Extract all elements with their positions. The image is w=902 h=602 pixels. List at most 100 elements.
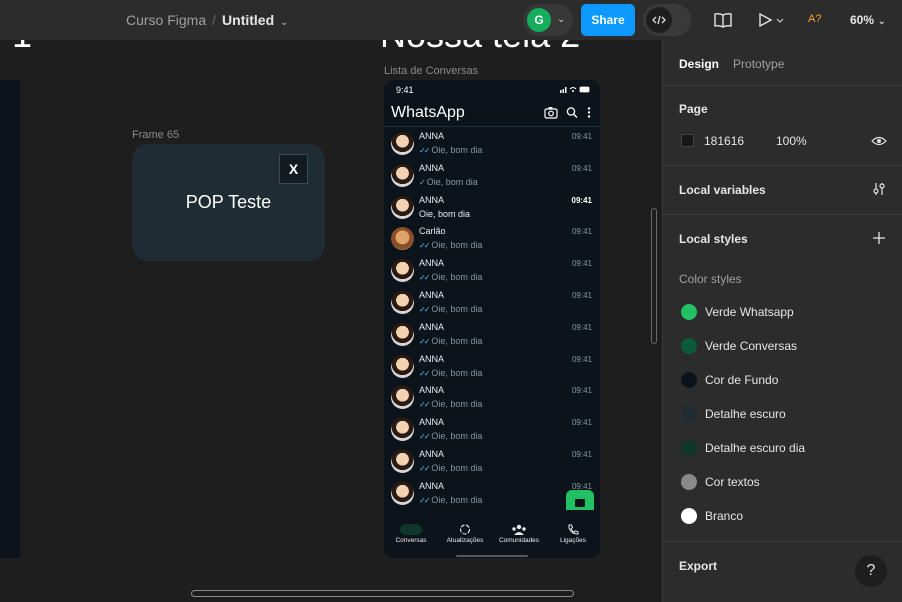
color-style-name: Detalhe escuro dia [705, 441, 806, 455]
avatar [391, 386, 414, 410]
nav-label: Conversas [395, 537, 427, 544]
zoom-dropdown[interactable]: 60% ⌄ [850, 13, 886, 27]
divider [663, 165, 902, 166]
chat-row[interactable]: ANNA Oie, bom dia 09:41 [384, 192, 600, 224]
chat-message: Oie, bom dia [419, 209, 470, 219]
chat-name: ANNA [419, 321, 445, 332]
phone-frame-label[interactable]: Lista de Conversas [384, 65, 478, 77]
divider [663, 541, 902, 542]
chat-name: ANNA [419, 289, 445, 300]
avatar [391, 418, 414, 442]
color-style-name: Verde Whatsapp [705, 305, 794, 319]
vertical-scrollbar[interactable] [651, 208, 657, 344]
avatar[interactable]: G [527, 8, 551, 32]
canvas[interactable]: 1 Nossa tela 2 Frame 65 POP Teste X List… [0, 40, 662, 602]
single-check-icon: ✓ [419, 177, 426, 187]
avatar [391, 481, 414, 505]
chat-time: 09:41 [571, 354, 592, 364]
chat-row[interactable]: ANNA ✓✓ Oie, bom dia 09:41 [384, 255, 600, 287]
chat-list: ANNA ✓✓ Oie, bom dia 09:41 ANNA ✓ Oie, bom dia… [384, 128, 600, 510]
nav-label: Ligações [559, 537, 587, 544]
chat-message: ✓✓ Oie, bom dia [419, 431, 482, 441]
color-style-item[interactable]: Verde Whatsapp [679, 302, 889, 322]
chevron-down-icon[interactable]: ⌄ [280, 17, 288, 28]
chat-message-text: Oie, bom dia [431, 494, 483, 505]
chat-row[interactable]: ANNA ✓✓ Oie, bom dia 09:41 [384, 351, 600, 383]
chat-time: 09:41 [571, 386, 592, 396]
color-style-name: Verde Conversas [705, 339, 798, 353]
nav-label: Comunidades [498, 537, 540, 544]
avatar [391, 132, 414, 155]
chat-row[interactable]: ANNA ✓✓ Oie, bom dia 09:41 [384, 382, 600, 414]
color-style-item[interactable]: Branco [679, 506, 889, 526]
page-section-title: Page [679, 102, 708, 116]
avatar [391, 227, 414, 251]
chat-name: ANNA [419, 131, 445, 141]
phone-frame-chat-list[interactable]: 9:41 WhatsApp ANNA ✓✓ Oie, bom dia 09:41 ANN… [384, 80, 600, 558]
help-button[interactable]: ? [855, 555, 887, 587]
double-check-icon: ✓✓ [419, 336, 430, 346]
chat-message: ✓✓ Oie, bom dia [419, 336, 482, 346]
nav-item-conversas[interactable]: Conversas [384, 524, 438, 544]
horizontal-scrollbar[interactable] [191, 590, 574, 597]
frame-65-label[interactable]: Frame 65 [132, 129, 179, 141]
chat-row[interactable]: Carlão ✓✓ Oie, bom dia 09:41 [384, 223, 600, 255]
home-indicator [456, 555, 528, 557]
top-toolbar: Curso Figma / Untitled ⌄ G ⌄ Share A? 60% ⌄ [0, 0, 902, 40]
chat-time: 09:41 [571, 132, 592, 141]
export-title[interactable]: Export [679, 559, 717, 573]
chevron-down-icon[interactable]: ⌄ [557, 14, 565, 25]
project-name[interactable]: Curso Figma [126, 12, 206, 28]
double-check-icon: ✓✓ [419, 273, 430, 283]
chat-name: ANNA [419, 385, 445, 396]
color-style-name: Cor de Fundo [705, 373, 779, 387]
color-style-item[interactable]: Detalhe escuro dia [679, 438, 889, 458]
chat-message: ✓✓ Oie, bom dia [419, 240, 482, 250]
file-name[interactable]: Untitled [222, 12, 274, 28]
nav-item-ligacoes[interactable]: Ligações [546, 524, 600, 544]
tab-design[interactable]: Design [679, 57, 719, 71]
chat-message: ✓✓ Oie, bom dia [419, 145, 482, 155]
present-play-icon[interactable] [756, 8, 786, 32]
chat-message-text: Oie, bom dia [431, 399, 483, 410]
chat-row[interactable]: ANNA ✓✓ Oie, bom dia 09:41 [384, 446, 600, 478]
nav-item-atualizacoes[interactable]: Atualizações [438, 524, 492, 544]
local-variables-title[interactable]: Local variables [679, 183, 766, 197]
multiplayer-avatars[interactable]: G ⌄ [523, 4, 573, 36]
chat-row[interactable]: ANNA ✓ Oie, bom dia 09:41 [384, 160, 600, 192]
more-vertical-icon[interactable] [586, 106, 592, 120]
chat-time: 09:41 [571, 418, 592, 428]
search-icon[interactable] [566, 106, 578, 120]
color-style-item[interactable]: Detalhe escuro [679, 404, 889, 424]
color-style-item[interactable]: Cor de Fundo [679, 370, 889, 390]
chat-name: ANNA [419, 194, 445, 205]
chat-message-text: Oie, bom dia [431, 272, 483, 283]
chat-row[interactable]: ANNA ✓✓ Oie, bom dia 09:41 [384, 287, 600, 319]
dev-mode-toggle[interactable] [643, 4, 691, 36]
missing-fonts-indicator[interactable]: A? [808, 13, 821, 25]
share-button[interactable]: Share [581, 4, 635, 36]
chat-row[interactable]: ANNA ✓✓ Oie, bom dia 09:41 [384, 319, 600, 351]
left-frame[interactable] [0, 80, 20, 558]
chat-message: ✓✓ Oie, bom dia [419, 368, 482, 378]
color-style-item[interactable]: Cor textos [679, 472, 889, 492]
chat-message-text: Oie, bom dia [431, 367, 483, 378]
page-color-hex[interactable]: 181616 [704, 134, 744, 148]
double-check-icon: ✓✓ [419, 463, 430, 473]
camera-icon[interactable] [544, 106, 558, 120]
popup-text: POP Teste [185, 192, 272, 212]
add-style-icon[interactable] [872, 231, 886, 245]
popup-close-button[interactable]: X [279, 154, 308, 184]
eye-icon[interactable] [871, 134, 887, 148]
nav-item-comunidades[interactable]: Comunidades [492, 524, 546, 544]
variables-adjust-icon[interactable] [871, 181, 887, 197]
color-style-item[interactable]: Verde Conversas [679, 336, 889, 356]
chat-row[interactable]: ANNA ✓✓ Oie, bom dia 09:41 [384, 414, 600, 446]
page-color-swatch[interactable] [681, 134, 694, 147]
chat-row[interactable]: ANNA ✓✓ Oie, bom dia 09:41 [384, 128, 600, 160]
tab-prototype[interactable]: Prototype [733, 57, 784, 71]
page-opacity[interactable]: 100% [776, 134, 807, 148]
library-book-icon[interactable] [712, 8, 734, 32]
avatar [391, 354, 414, 378]
phone-call-icon [568, 524, 579, 535]
